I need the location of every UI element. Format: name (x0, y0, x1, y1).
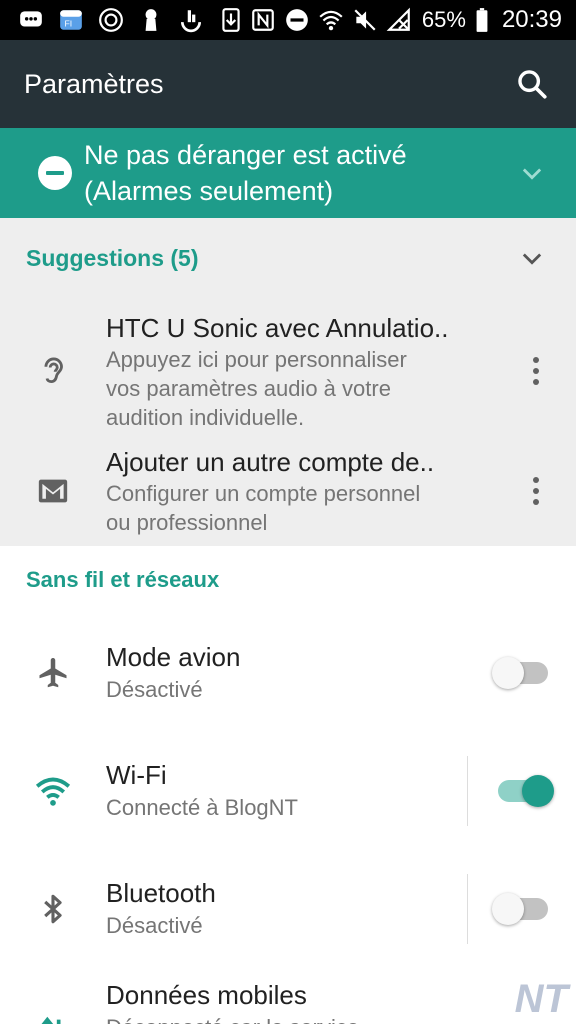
setting-status: Déconnecté car le service (106, 1012, 548, 1024)
setting-wifi[interactable]: Wi-Fi Connecté à BlogNT (0, 732, 576, 850)
airplane-mode-toggle[interactable] (492, 657, 548, 689)
circle-app-icon (98, 7, 124, 33)
suggestion-description: Configurer un compte personnel (106, 481, 421, 506)
chat-bubble-icon (18, 7, 44, 33)
signal-off-icon (386, 7, 412, 33)
divider (467, 756, 468, 826)
hand-app-icon (178, 7, 204, 33)
chevron-down-icon (522, 168, 542, 180)
setting-mobile-data[interactable]: Données mobiles Déconnecté car le servic… (0, 968, 576, 1024)
section-header-wireless: Sans fil et réseaux (26, 567, 220, 592)
suggestion-description: Appuyez ici pour personnaliser (106, 346, 407, 372)
suggestions-title: Suggestions (5) (26, 244, 199, 271)
suggestion-title: HTC U Sonic avec Annulatio.. (106, 312, 449, 343)
do-not-disturb-icon (38, 156, 72, 190)
nfc-icon (250, 7, 276, 33)
bluetooth-icon (44, 894, 62, 924)
mobile-data-icon (41, 1016, 61, 1024)
suggestion-item-add-account[interactable]: Ajouter un autre compte de.. Configurer … (0, 444, 576, 538)
clock: 20:39 (501, 6, 562, 33)
download-icon (218, 7, 244, 33)
setting-bluetooth[interactable]: Bluetooth Désactivé (0, 850, 576, 968)
suggestion-item-htc-usonic[interactable]: HTC U Sonic avec Annulatio.. Appuyez ici… (0, 298, 576, 444)
battery-percent: 65% (421, 7, 466, 32)
app-bar: Paramètres (0, 40, 576, 128)
airplane-icon (39, 658, 67, 688)
dnd-expand-button[interactable] (512, 153, 552, 193)
dnd-banner-line2: (Alarmes seulement) (84, 176, 334, 206)
mute-icon (352, 7, 378, 33)
chevron-down-icon (522, 253, 542, 265)
suggestion-title: Ajouter un autre compte de.. (106, 447, 435, 477)
setting-title: Bluetooth (106, 878, 216, 908)
gmail-icon (38, 479, 68, 503)
wifi-toggle[interactable] (498, 775, 554, 807)
setting-airplane-mode[interactable]: Mode avion Désactivé (0, 614, 576, 732)
suggestions-header[interactable]: Suggestions (5) (0, 218, 576, 298)
search-icon (518, 70, 547, 99)
page-title: Paramètres (24, 68, 164, 99)
setting-title: Données mobiles (106, 980, 307, 1010)
battery-icon (474, 7, 490, 33)
keyhole-icon (138, 7, 164, 33)
suggestion-description: vos paramètres audio à votre (106, 375, 391, 401)
more-options-icon[interactable] (520, 471, 552, 511)
dnd-banner[interactable]: Ne pas déranger est activé (Alarmes seul… (0, 128, 576, 218)
svg-text:FI: FI (65, 19, 73, 29)
setting-status: Désactivé (106, 677, 203, 702)
status-bar: FI 65% 20:39 (0, 0, 576, 40)
suggestions-collapse-button[interactable] (512, 238, 552, 278)
wallpaper-app-icon: FI (58, 7, 84, 33)
setting-status: Connecté à BlogNT (106, 795, 298, 820)
dnd-banner-text: Ne pas déranger est activé (Alarmes seul… (84, 137, 512, 209)
suggestion-description: audition individuelle. (106, 404, 305, 430)
setting-title: Wi-Fi (106, 760, 167, 790)
suggestions-panel: Suggestions (5) HTC U Sonic avec Annulat… (0, 218, 576, 546)
wifi-status-icon (318, 7, 344, 33)
wifi-icon (35, 777, 71, 806)
ear-icon (44, 357, 63, 384)
watermark-logo: NT (514, 977, 568, 1021)
do-not-disturb-icon (284, 7, 310, 33)
suggestion-description: ou professionnel (106, 510, 268, 535)
more-options-icon[interactable] (520, 351, 552, 391)
search-button[interactable] (512, 64, 552, 104)
setting-status: Désactivé (106, 913, 203, 938)
setting-title: Mode avion (106, 642, 241, 672)
dnd-banner-line1: Ne pas déranger est activé (84, 140, 407, 170)
divider (467, 874, 468, 944)
bluetooth-toggle[interactable] (492, 893, 548, 925)
